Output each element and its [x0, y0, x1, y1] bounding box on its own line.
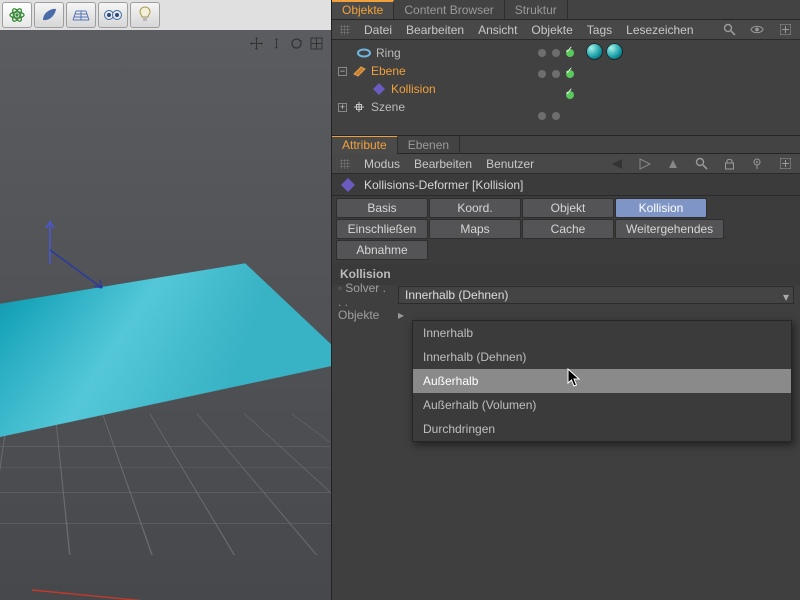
rotate-icon[interactable] [289, 36, 303, 50]
attribute-subtabs: Basis Koord. Objekt Kollision Einschließ… [332, 196, 800, 263]
chevron-down-icon: ▾ [783, 290, 789, 304]
vis-dot[interactable] [552, 70, 560, 78]
object-manager-tabs: Objekte Content Browser Struktur [332, 0, 800, 20]
eye-icon[interactable] [750, 23, 764, 37]
pin-icon[interactable] [750, 157, 764, 171]
subtab-einschliessen[interactable]: Einschließen [336, 219, 428, 239]
subtab-koord[interactable]: Koord. [429, 198, 521, 218]
subtab-basis[interactable]: Basis [336, 198, 428, 218]
tool-eyes-icon[interactable] [98, 2, 128, 28]
tool-grid-icon[interactable] [66, 2, 96, 28]
tree-item-szene[interactable]: Szene [371, 100, 405, 114]
menu-tags[interactable]: Tags [587, 23, 612, 37]
dd-item-ausserhalb-volumen[interactable]: Außerhalb (Volumen) [413, 393, 791, 417]
move-icon[interactable] [249, 36, 263, 50]
menu-lesezeichen[interactable]: Lesezeichen [626, 23, 693, 37]
expand-szene-icon[interactable]: + [338, 103, 347, 112]
enable-toggle[interactable] [566, 91, 574, 99]
torus-icon [357, 46, 371, 60]
material-tag[interactable] [586, 43, 603, 60]
subtab-maps[interactable]: Maps [429, 219, 521, 239]
subtab-abnahme[interactable]: Abnahme [336, 240, 428, 260]
nav-up-icon[interactable] [666, 157, 680, 171]
nav-fwd-icon[interactable] [638, 157, 652, 171]
vis-dot[interactable] [538, 49, 546, 57]
dd-item-innerhalb-dehnen[interactable]: Innerhalb (Dehnen) [413, 345, 791, 369]
viewport-panel [0, 0, 332, 600]
object-tree[interactable]: Ring − Ebene Kollision + Szene [332, 40, 800, 136]
subtab-kollision[interactable]: Kollision [615, 198, 707, 218]
attribute-title: Kollisions-Deformer [Kollision] [364, 178, 523, 192]
solver-dropdown[interactable]: Innerhalb Innerhalb (Dehnen) Außerhalb A… [412, 320, 792, 442]
plane-icon [352, 64, 366, 78]
deformer-icon [372, 82, 386, 96]
viewport-nav-icons [249, 36, 323, 50]
grip-icon[interactable] [340, 25, 350, 35]
menu-datei[interactable]: Datei [364, 23, 392, 37]
solver-select[interactable]: Innerhalb (Dehnen) ▾ [398, 286, 794, 304]
search-icon[interactable] [722, 23, 736, 37]
vis-dot[interactable] [552, 49, 560, 57]
null-icon [352, 100, 366, 114]
dd-item-innerhalb[interactable]: Innerhalb [413, 321, 791, 345]
section-kollision: Kollision [332, 263, 800, 285]
menu-objekte[interactable]: Objekte [531, 23, 572, 37]
dd-item-durchdringen[interactable]: Durchdringen [413, 417, 791, 441]
right-panel: Objekte Content Browser Struktur Datei B… [332, 0, 800, 600]
tree-item-kollision[interactable]: Kollision [391, 82, 436, 96]
tab-struktur[interactable]: Struktur [505, 0, 568, 19]
tab-ebenen[interactable]: Ebenen [398, 135, 460, 154]
tool-leaf-icon[interactable] [34, 2, 64, 28]
toolbar [0, 0, 331, 30]
expand-icon[interactable] [778, 23, 792, 37]
label-solver: Solver . . . [338, 281, 392, 309]
viewport-3d[interactable] [0, 30, 331, 600]
menu-modus[interactable]: Modus [364, 157, 400, 171]
deformer-icon [340, 177, 356, 193]
tab-content-browser[interactable]: Content Browser [394, 0, 504, 19]
search-icon[interactable] [694, 157, 708, 171]
menu-benutzer[interactable]: Benutzer [486, 157, 534, 171]
grid-floor [0, 413, 331, 554]
axis-x-arrow [30, 570, 290, 600]
vis-dot[interactable] [538, 70, 546, 78]
zoom-icon[interactable] [269, 36, 283, 50]
lock-icon[interactable] [722, 157, 736, 171]
axis-z-arrow [44, 248, 114, 298]
menu-bearbeiten[interactable]: Bearbeiten [406, 23, 464, 37]
vis-dot[interactable] [538, 112, 546, 120]
tab-objekte[interactable]: Objekte [332, 0, 394, 19]
attribute-menubar: Modus Bearbeiten Benutzer [332, 154, 800, 174]
tool-bulb-icon[interactable] [130, 2, 160, 28]
menu-bearbeiten2[interactable]: Bearbeiten [414, 157, 472, 171]
chevron-right-icon[interactable]: ▸ [398, 308, 404, 322]
layout-icon[interactable] [309, 36, 323, 50]
attribute-header: Kollisions-Deformer [Kollision] [332, 174, 800, 196]
tree-item-ring[interactable]: Ring [376, 46, 401, 60]
enable-toggle[interactable] [566, 70, 574, 78]
enable-toggle[interactable] [566, 49, 574, 57]
attribute-tabs: Attribute Ebenen [332, 136, 800, 154]
tab-attribute[interactable]: Attribute [332, 135, 398, 154]
nav-back-icon[interactable] [610, 157, 624, 171]
subtab-cache[interactable]: Cache [522, 219, 614, 239]
subtab-objekt[interactable]: Objekt [522, 198, 614, 218]
solver-value: Innerhalb (Dehnen) [405, 288, 508, 302]
visibility-column [538, 44, 574, 125]
tree-item-ebene[interactable]: Ebene [371, 64, 406, 78]
tool-atom-icon[interactable] [2, 2, 32, 28]
label-objekte: Objekte [338, 308, 392, 322]
menu-ansicht[interactable]: Ansicht [478, 23, 517, 37]
vis-dot[interactable] [552, 112, 560, 120]
collapse-icon[interactable]: − [338, 67, 347, 76]
subtab-weitergehendes[interactable]: Weitergehendes [615, 219, 724, 239]
expand-icon[interactable] [778, 157, 792, 171]
material-tag[interactable] [606, 43, 623, 60]
material-tags [586, 43, 623, 60]
grip-icon[interactable] [340, 159, 350, 169]
object-manager-menubar: Datei Bearbeiten Ansicht Objekte Tags Le… [332, 20, 800, 40]
dd-item-ausserhalb[interactable]: Außerhalb [413, 369, 791, 393]
